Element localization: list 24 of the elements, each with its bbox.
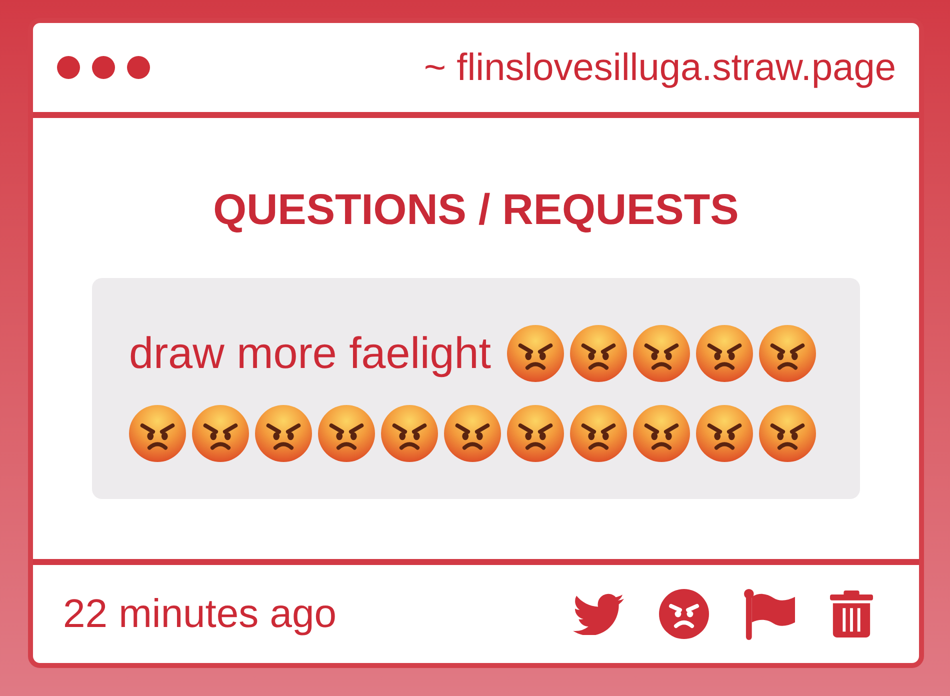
trash-icon[interactable] — [830, 590, 873, 638]
angry-face-icon — [696, 325, 753, 382]
page-url: ~ flinslovesilluga.straw.page — [424, 46, 896, 90]
angry-face-icon — [506, 325, 564, 382]
timestamp: 22 minutes ago — [63, 591, 337, 638]
angry-face-icon — [759, 405, 816, 462]
angry-face-icon — [696, 405, 753, 462]
angry-face-icon — [318, 405, 375, 462]
angry-face-icon — [632, 325, 690, 382]
angry-face-icon[interactable] — [659, 589, 709, 639]
angry-face-icon — [507, 405, 564, 462]
message-text: draw more faelight — [129, 328, 491, 380]
section-title: QUESTIONS / REQUESTS — [213, 185, 739, 235]
angry-face-icon — [381, 405, 438, 462]
flag-icon[interactable] — [744, 588, 795, 640]
angry-face-icon — [129, 405, 186, 462]
bird-icon[interactable] — [573, 593, 624, 635]
angry-face-icon — [570, 325, 627, 382]
angry-face-icon — [570, 405, 627, 462]
angry-face-icon — [255, 405, 312, 462]
angry-face-icon — [444, 405, 501, 462]
angry-face-icon — [192, 405, 249, 462]
angry-face-icon — [758, 325, 816, 382]
angry-face-icon — [633, 405, 690, 462]
